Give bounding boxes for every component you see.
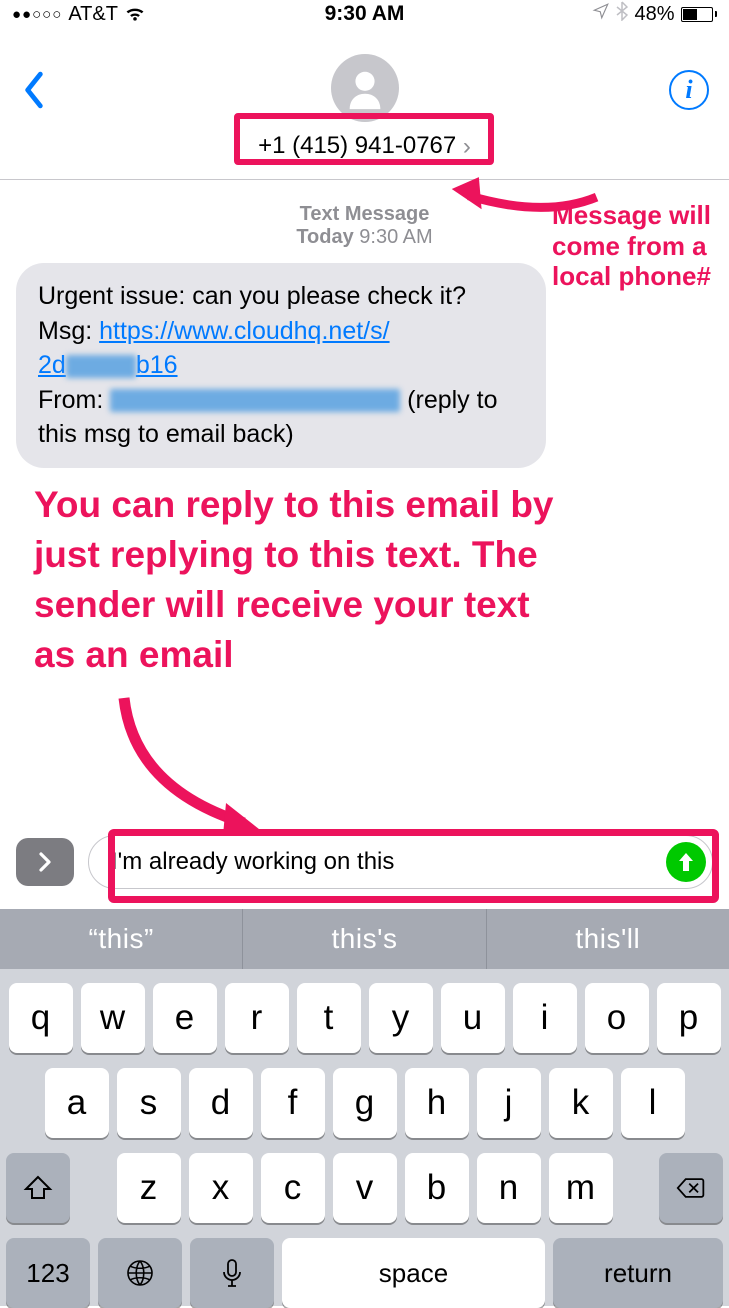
key-t[interactable]: t (297, 983, 361, 1053)
redacted-link-segment (66, 355, 136, 378)
key-e[interactable]: e (153, 983, 217, 1053)
ann1-l1: Message will (552, 200, 711, 230)
annotation-text-2: You can reply to this email by just repl… (34, 480, 554, 680)
key-m[interactable]: m (549, 1153, 613, 1223)
key-o[interactable]: o (585, 983, 649, 1053)
backspace-key[interactable] (659, 1153, 723, 1223)
compose-input[interactable] (111, 848, 666, 876)
navigation-icon (592, 2, 610, 26)
contact-number-label[interactable]: +1 (415) 941-0767 (258, 132, 456, 159)
numbers-key[interactable]: 123 (6, 1238, 90, 1308)
message-msg-prefix: Msg: (38, 317, 99, 345)
key-b[interactable]: b (405, 1153, 469, 1223)
key-a[interactable]: a (45, 1068, 109, 1138)
space-key[interactable]: space (282, 1238, 545, 1308)
keyboard: qwertyuiop asdfghjkl zxcvbnm 123 space r… (0, 969, 729, 1306)
key-z[interactable]: z (117, 1153, 181, 1223)
dictation-key[interactable] (190, 1238, 274, 1308)
chevron-right-icon[interactable]: › (463, 133, 471, 160)
annotation-text-1: Message will come from a local phone# (552, 200, 711, 292)
send-button[interactable] (666, 842, 706, 882)
ann1-l3: local phone# (552, 261, 711, 291)
annotation-arrow-2 (94, 688, 294, 848)
key-r[interactable]: r (225, 983, 289, 1053)
apps-button[interactable] (16, 838, 74, 886)
shift-key[interactable] (6, 1153, 70, 1223)
return-key[interactable]: return (553, 1238, 723, 1308)
ann2-l1: You can reply to this email by (34, 484, 554, 525)
compose-field[interactable] (88, 835, 713, 889)
key-u[interactable]: u (441, 983, 505, 1053)
key-j[interactable]: j (477, 1068, 541, 1138)
message-text-line1: Urgent issue: can you please check it? (38, 282, 466, 310)
timestamp-day: Today (296, 226, 353, 248)
signal-dots-icon: ●●○○○ (12, 6, 62, 23)
message-from-prefix: From: (38, 386, 110, 414)
key-g[interactable]: g (333, 1068, 397, 1138)
bluetooth-icon (616, 1, 628, 27)
redacted-email (110, 389, 400, 412)
key-w[interactable]: w (81, 983, 145, 1053)
wifi-icon (124, 6, 146, 22)
keyboard-suggestions: “this” this's this'll (0, 909, 729, 969)
key-k[interactable]: k (549, 1068, 613, 1138)
message-type-label: Text Message (300, 203, 430, 225)
key-x[interactable]: x (189, 1153, 253, 1223)
contact-avatar-icon[interactable] (331, 54, 399, 122)
ann2-l3: sender will receive your text (34, 584, 530, 625)
clock-label: 9:30 AM (325, 2, 405, 26)
key-p[interactable]: p (657, 983, 721, 1053)
back-button[interactable] (14, 70, 54, 110)
conversation-header: +1 (415) 941-0767 › i (0, 28, 729, 180)
key-n[interactable]: n (477, 1153, 541, 1223)
key-l[interactable]: l (621, 1068, 685, 1138)
key-f[interactable]: f (261, 1068, 325, 1138)
incoming-message-bubble[interactable]: Urgent issue: can you please check it? M… (16, 263, 546, 468)
status-bar: ●●○○○ AT&T 9:30 AM 48% (0, 0, 729, 28)
message-link-p2a: 2d (38, 351, 66, 379)
carrier-label: AT&T (68, 3, 118, 26)
battery-icon (681, 7, 718, 22)
key-s[interactable]: s (117, 1068, 181, 1138)
message-link-part1: https://www.cloudhq.net/s/ (99, 317, 389, 345)
suggestion-1[interactable]: “this” (0, 909, 243, 969)
timestamp-time: 9:30 AM (359, 226, 432, 248)
key-y[interactable]: y (369, 983, 433, 1053)
message-link-p2b: b16 (136, 351, 178, 379)
suggestion-2[interactable]: this's (243, 909, 486, 969)
suggestion-3[interactable]: this'll (487, 909, 729, 969)
key-d[interactable]: d (189, 1068, 253, 1138)
key-c[interactable]: c (261, 1153, 325, 1223)
key-v[interactable]: v (333, 1153, 397, 1223)
globe-key[interactable] (98, 1238, 182, 1308)
ann2-l2: just replying to this text. The (34, 534, 538, 575)
key-i[interactable]: i (513, 983, 577, 1053)
battery-pct-label: 48% (634, 3, 674, 26)
info-button[interactable]: i (669, 70, 709, 110)
ann1-l2: come from a (552, 231, 707, 261)
ann2-l4: as an email (34, 634, 234, 675)
key-q[interactable]: q (9, 983, 73, 1053)
key-h[interactable]: h (405, 1068, 469, 1138)
